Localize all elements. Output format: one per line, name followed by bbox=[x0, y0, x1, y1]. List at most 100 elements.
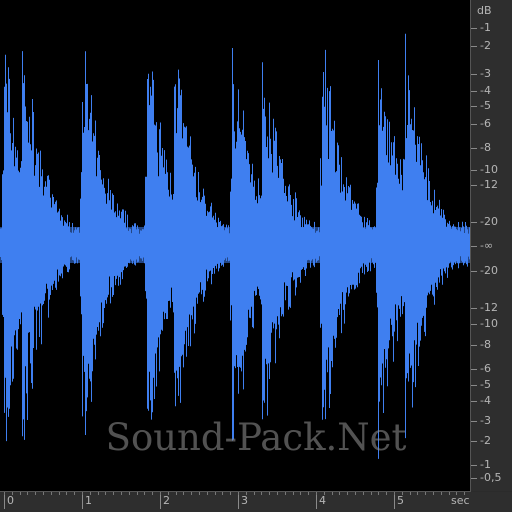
time-minor-tick bbox=[441, 492, 442, 495]
time-minor-tick bbox=[4, 492, 5, 495]
waveform-core bbox=[0, 227, 470, 263]
db-tick bbox=[471, 246, 477, 247]
time-minor-tick bbox=[316, 492, 317, 495]
time-minor-tick bbox=[137, 492, 138, 495]
time-minor-tick bbox=[113, 492, 114, 495]
db-tick bbox=[471, 271, 477, 272]
db-tick bbox=[471, 441, 477, 442]
db-label: -6 bbox=[480, 117, 491, 130]
time-minor-tick bbox=[433, 492, 434, 495]
time-minor-tick bbox=[425, 492, 426, 495]
time-minor-tick bbox=[277, 492, 278, 495]
time-minor-tick bbox=[12, 492, 13, 495]
db-tick bbox=[471, 185, 477, 186]
time-minor-tick bbox=[324, 492, 325, 495]
time-minor-tick bbox=[254, 492, 255, 495]
db-label: -20 bbox=[480, 215, 498, 228]
time-minor-tick bbox=[378, 492, 379, 495]
time-label: 5 bbox=[397, 494, 404, 507]
time-minor-tick bbox=[456, 492, 457, 495]
amplitude-ruler: dB -1 -2 -3 -4 -5 -6 -8 -10 -12 -20 -∞ -20 -12 -10 -8 -… bbox=[471, 0, 512, 491]
time-minor-tick bbox=[410, 492, 411, 495]
time-minor-tick bbox=[20, 492, 21, 495]
db-label: -3 bbox=[480, 414, 491, 427]
time-minor-tick bbox=[82, 492, 83, 495]
time-minor-tick bbox=[293, 492, 294, 495]
db-tick bbox=[471, 324, 477, 325]
waveform-view[interactable] bbox=[0, 0, 471, 492]
db-tick bbox=[471, 385, 477, 386]
time-minor-tick bbox=[168, 492, 169, 495]
time-label: 2 bbox=[163, 494, 170, 507]
time-minor-tick bbox=[199, 492, 200, 495]
time-minor-tick bbox=[160, 492, 161, 495]
time-minor-tick bbox=[144, 492, 145, 495]
time-minor-tick bbox=[35, 492, 36, 495]
db-tick bbox=[471, 170, 477, 171]
time-minor-tick bbox=[105, 492, 106, 495]
db-tick bbox=[471, 345, 477, 346]
time-minor-tick bbox=[129, 492, 130, 495]
time-minor-tick bbox=[207, 492, 208, 495]
time-unit-label: sec bbox=[451, 494, 470, 507]
time-minor-tick bbox=[51, 492, 52, 495]
time-minor-tick bbox=[176, 492, 177, 495]
db-label: -10 bbox=[480, 163, 498, 176]
db-tick bbox=[471, 148, 477, 149]
db-tick bbox=[471, 369, 477, 370]
time-minor-tick bbox=[90, 492, 91, 495]
db-tick bbox=[471, 28, 477, 29]
time-minor-tick bbox=[246, 492, 247, 495]
time-minor-tick bbox=[238, 492, 239, 495]
db-label: -10 bbox=[480, 317, 498, 330]
time-ruler[interactable]: sec 0 1 2 3 4 5 bbox=[0, 492, 471, 512]
time-minor-tick bbox=[66, 492, 67, 495]
time-minor-tick bbox=[300, 492, 301, 495]
db-label: -4 bbox=[480, 84, 491, 97]
time-minor-tick bbox=[43, 492, 44, 495]
time-minor-tick bbox=[261, 492, 262, 495]
time-minor-tick bbox=[183, 492, 184, 495]
db-tick bbox=[471, 124, 477, 125]
db-label: -1 bbox=[480, 458, 491, 471]
time-minor-tick bbox=[363, 492, 364, 495]
db-tick bbox=[471, 106, 477, 107]
time-minor-tick bbox=[394, 492, 395, 495]
time-minor-tick bbox=[308, 492, 309, 495]
time-minor-tick bbox=[449, 492, 450, 495]
db-label-center: -∞ bbox=[480, 239, 494, 252]
time-minor-tick bbox=[191, 492, 192, 495]
db-tick bbox=[471, 465, 477, 466]
time-minor-tick bbox=[285, 492, 286, 495]
time-minor-tick bbox=[269, 492, 270, 495]
time-minor-tick bbox=[152, 492, 153, 495]
db-label: -6 bbox=[480, 362, 491, 375]
time-minor-tick bbox=[332, 492, 333, 495]
db-label: -1 bbox=[480, 21, 491, 34]
time-minor-tick bbox=[386, 492, 387, 495]
time-label: 1 bbox=[85, 494, 92, 507]
time-minor-tick bbox=[98, 492, 99, 495]
db-unit-label: dB bbox=[477, 4, 492, 17]
time-minor-tick bbox=[222, 492, 223, 495]
db-tick bbox=[471, 478, 477, 479]
waveform-canvas[interactable] bbox=[0, 0, 470, 491]
db-label: -12 bbox=[480, 301, 498, 314]
db-label: -12 bbox=[480, 178, 498, 191]
db-label: -4 bbox=[480, 394, 491, 407]
db-tick bbox=[471, 74, 477, 75]
time-minor-tick bbox=[121, 492, 122, 495]
time-minor-tick bbox=[339, 492, 340, 495]
time-label: 4 bbox=[319, 494, 326, 507]
time-minor-tick bbox=[464, 492, 465, 495]
db-label: -2 bbox=[480, 39, 491, 52]
time-minor-tick bbox=[355, 492, 356, 495]
time-minor-tick bbox=[59, 492, 60, 495]
db-label: -5 bbox=[480, 378, 491, 391]
db-tick bbox=[471, 222, 477, 223]
waveform-editor: dB -1 -2 -3 -4 -5 -6 -8 -10 -12 -20 -∞ -20 -12 -10 -8-… bbox=[0, 0, 512, 512]
db-label: -8 bbox=[480, 141, 491, 154]
time-label: 0 bbox=[7, 494, 14, 507]
db-tick bbox=[471, 46, 477, 47]
db-label: -5 bbox=[480, 99, 491, 112]
